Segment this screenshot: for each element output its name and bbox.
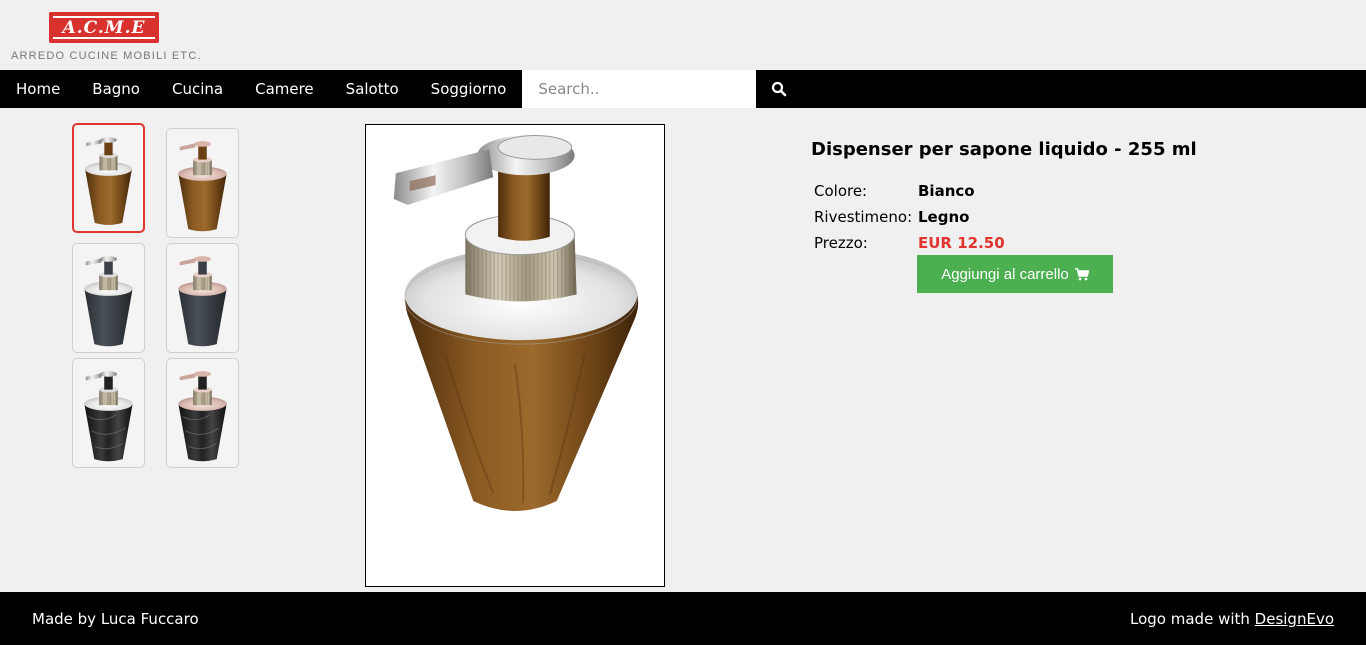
add-to-cart-label: Aggiungi al carrello [941,265,1069,283]
cart-icon [1074,267,1089,280]
product-specs: Colore: Bianco Rivestimeno: Legno Prezzo… [814,178,1005,256]
search-icon [772,81,787,97]
spec-row-color: Colore: Bianco [814,178,1005,204]
spec-label: Colore: [814,182,868,200]
spec-label: Rivestimeno: [814,208,913,226]
dispenser-thumb-image [167,359,238,467]
site-footer: Made by Luca Fuccaro Logo made with Desi… [0,592,1366,645]
dispenser-thumb-image [74,125,143,231]
spec-value: Bianco [918,182,975,200]
search-input[interactable] [522,70,757,108]
spec-value: Legno [918,208,970,226]
dispenser-thumb-image [167,244,238,352]
dispenser-thumb-image [73,244,144,352]
product-main-image [365,124,665,587]
nav-item-salotto[interactable]: Salotto [330,70,415,108]
thumbnail-slate-white[interactable] [72,243,145,353]
main-navbar: Home Bagno Cucina Camere Salotto Soggior… [0,70,1366,108]
nav-item-soggiorno[interactable]: Soggiorno [415,70,523,108]
spec-row-price: Prezzo: EUR 12.50 [814,230,1005,256]
footer-credit: Made by Luca Fuccaro [32,610,199,628]
spec-row-coating: Rivestimeno: Legno [814,204,1005,230]
footer-logo-credit-prefix: Logo made with [1130,610,1255,628]
nav-item-home[interactable]: Home [0,70,76,108]
nav-item-bagno[interactable]: Bagno [76,70,156,108]
logo-text: A.C.M.E [62,17,146,38]
thumbnail-wood-rose[interactable] [166,128,239,238]
product-title: Dispenser per sapone liquido - 255 ml [811,139,1197,160]
footer-logo-credit: Logo made with DesignEvo [1130,610,1334,628]
site-logo[interactable]: A.C.M.E ARREDO CUCINE MOBILI ETC. [11,12,201,64]
logo-badge: A.C.M.E [49,12,159,43]
thumbnail-marble-rose[interactable] [166,358,239,468]
logo-subtitle: ARREDO CUCINE MOBILI ETC. [11,50,202,62]
price-value: EUR 12.50 [918,234,1005,252]
dispenser-thumb-image [73,359,144,467]
thumbnail-wood-white[interactable] [72,123,145,233]
nav-item-cucina[interactable]: Cucina [156,70,239,108]
dispenser-thumb-image [167,129,238,237]
spec-label: Prezzo: [814,234,868,252]
soap-dispenser-image [366,125,664,586]
thumbnail-slate-rose[interactable] [166,243,239,353]
nav-item-camere[interactable]: Camere [239,70,330,108]
search-button[interactable] [756,70,803,108]
add-to-cart-button[interactable]: Aggiungi al carrello [917,255,1113,293]
thumbnail-marble-white[interactable] [72,358,145,468]
designevo-link[interactable]: DesignEvo [1255,610,1334,628]
